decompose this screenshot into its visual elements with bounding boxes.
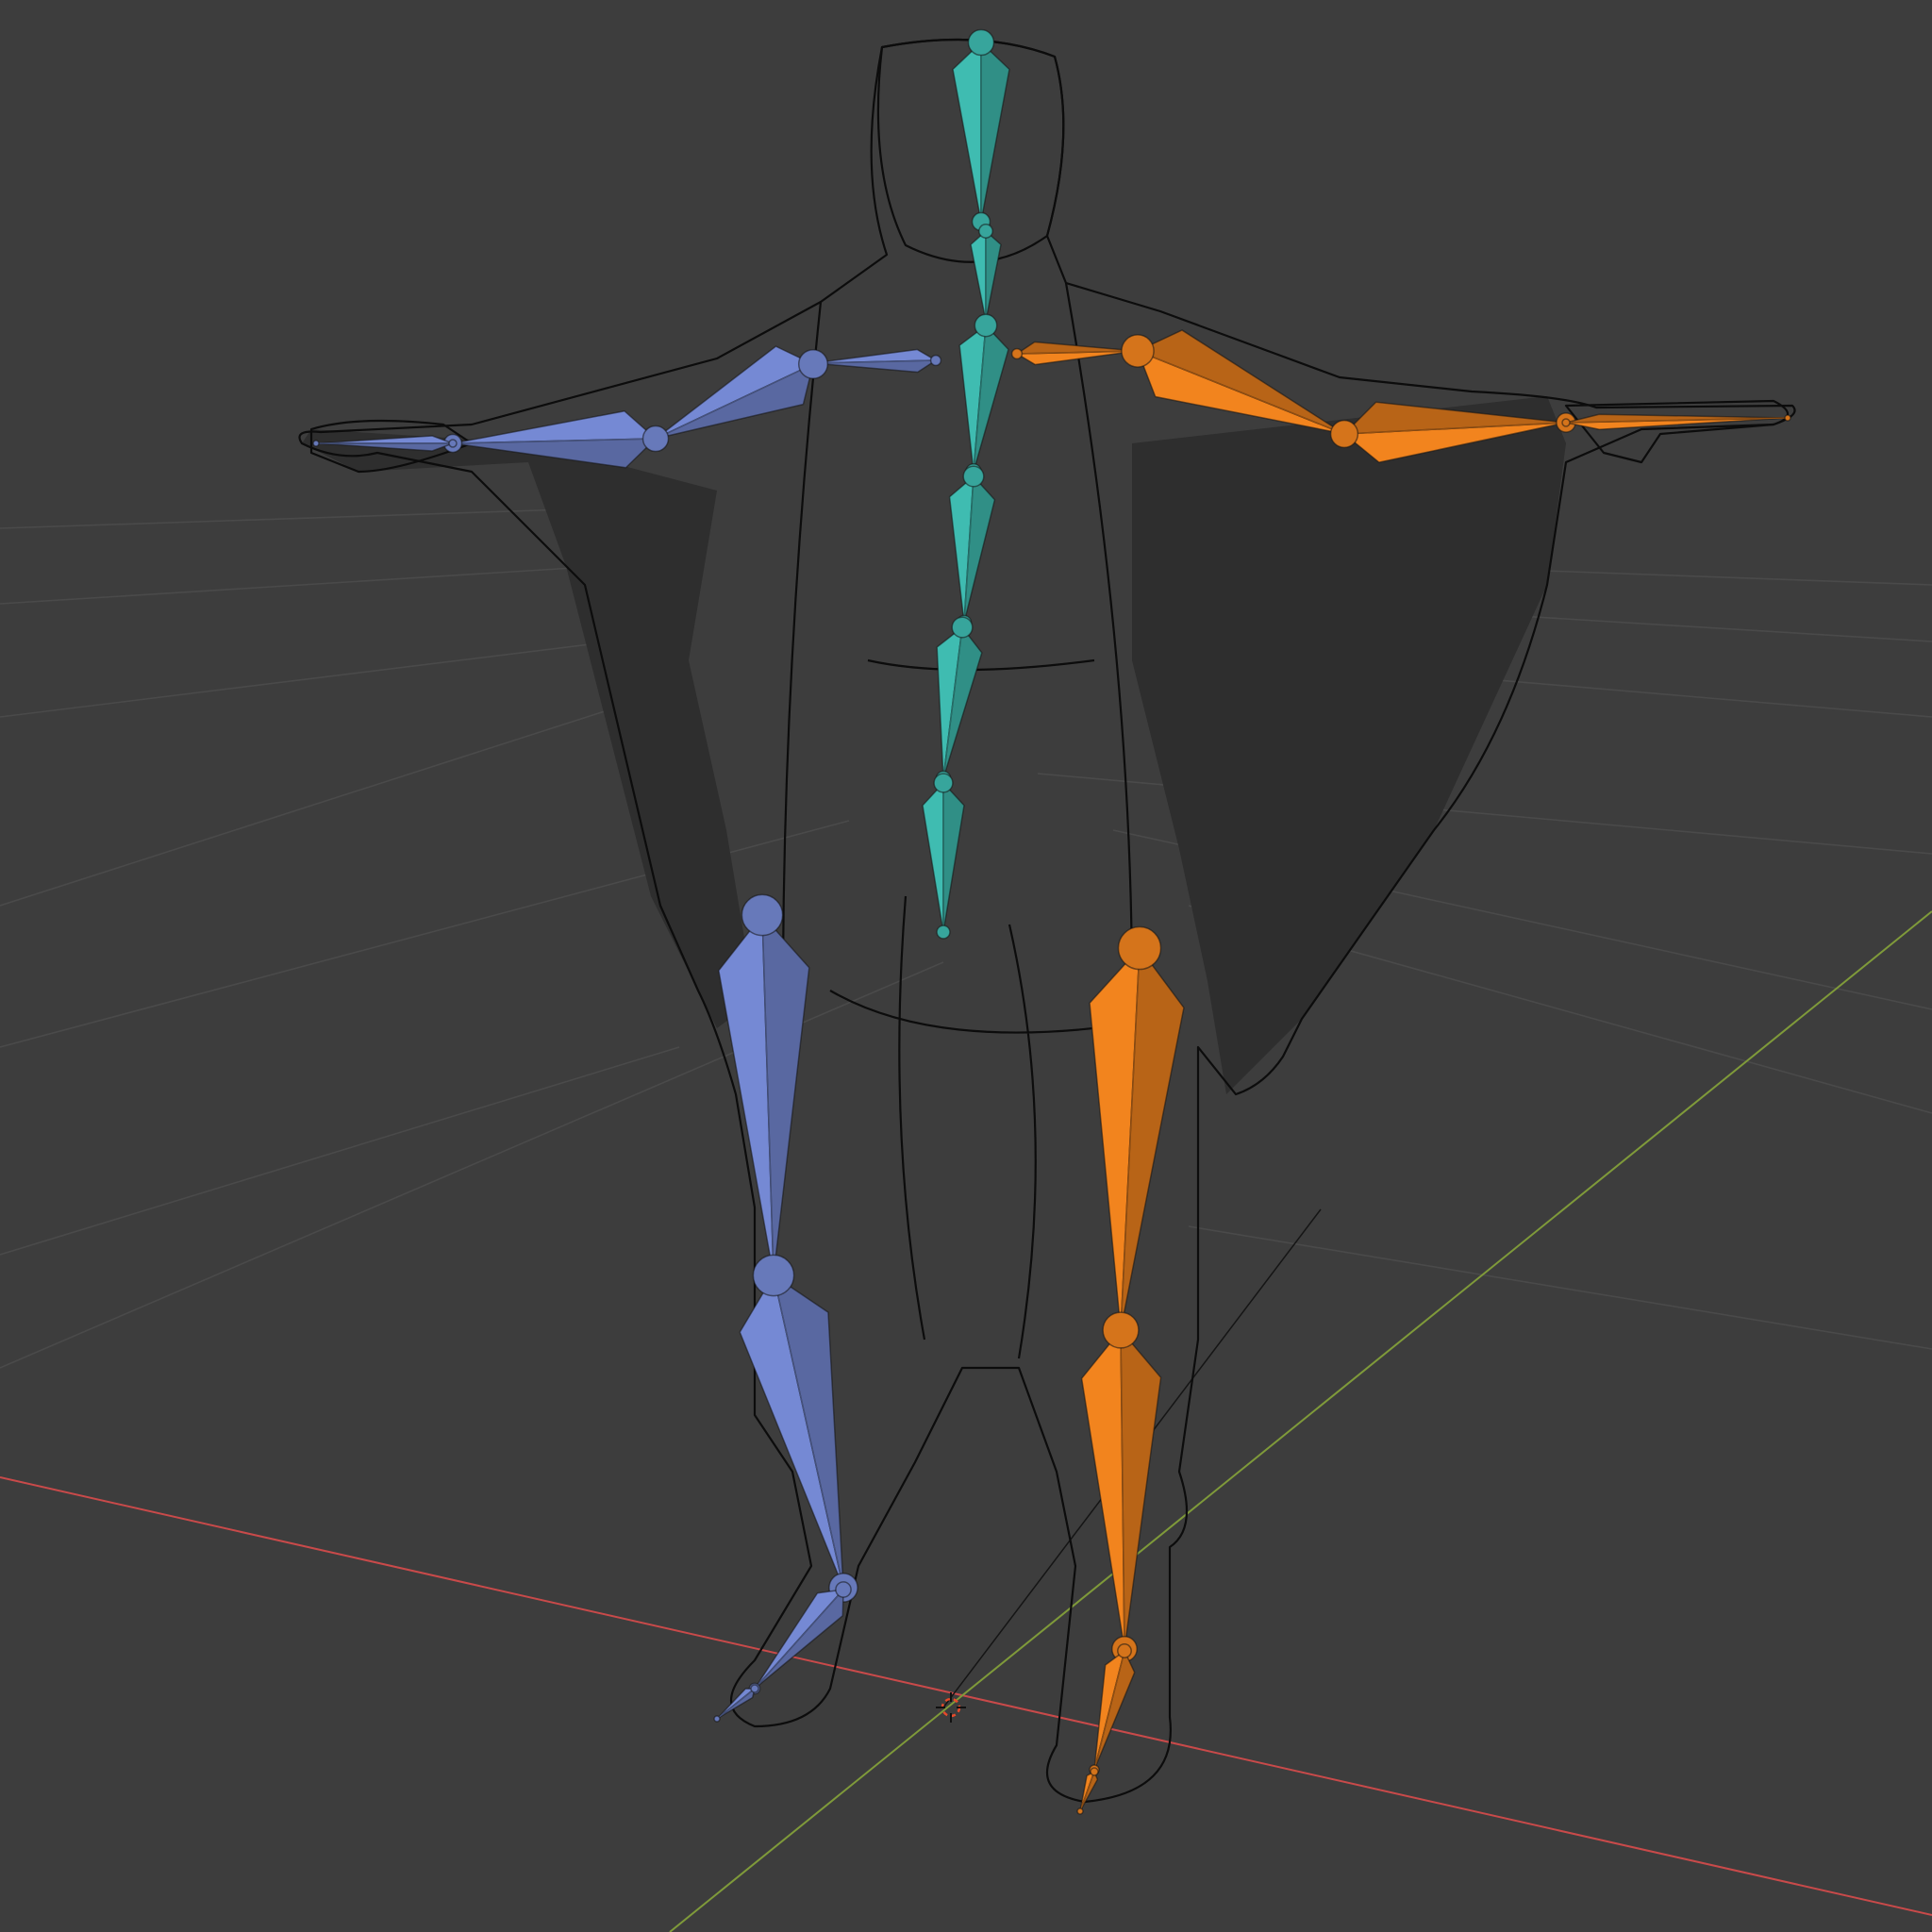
spine-chest-bone-head-joint[interactable] (974, 313, 998, 338)
left-upper-arm-bone-head-joint[interactable] (797, 348, 829, 380)
right-forearm-bone-head-joint[interactable] (1329, 419, 1359, 449)
right-thigh-bone[interactable] (1089, 925, 1185, 1346)
left-hand-bone-head-joint[interactable] (448, 439, 458, 448)
left-toe-bone-tail-joint[interactable] (713, 1715, 721, 1723)
right-hand-bone-head-joint[interactable] (1561, 418, 1571, 427)
right-hand-bone-tail-joint[interactable] (1784, 414, 1791, 422)
right-shin-bone[interactable] (1080, 1311, 1162, 1662)
left-thigh-bone[interactable] (718, 893, 810, 1291)
right-upper-arm-bone[interactable] (1121, 329, 1357, 446)
spine-hip-bone-head-joint[interactable] (933, 773, 954, 793)
viewport-scene[interactable] (0, 0, 1932, 1932)
mesh-body (298, 38, 1796, 1804)
right-thigh-bone-head-joint[interactable] (1117, 925, 1162, 971)
left-shin-bone-head-joint[interactable] (752, 1254, 795, 1297)
mesh-left-sleeve (302, 429, 755, 1028)
left-foot-bone-head-joint[interactable] (835, 1581, 852, 1598)
spine-head-bone-head-joint[interactable] (967, 28, 995, 57)
grid-line (0, 641, 614, 718)
left-hand-bone-tail-joint[interactable] (312, 440, 320, 447)
spine-hip-bone[interactable] (922, 773, 965, 940)
spine-hip-bone-tail-joint[interactable] (936, 924, 951, 940)
character-mesh[interactable] (298, 38, 1796, 1804)
mesh-right-hand (1564, 399, 1790, 464)
armature[interactable] (312, 28, 1791, 1815)
right-upper-arm-bone-head-joint[interactable] (1121, 334, 1155, 368)
spine-neck-bone-head-joint[interactable] (978, 224, 993, 239)
y-axis-line (669, 910, 1932, 1932)
left-foot-bone[interactable] (748, 1581, 852, 1695)
spine-lower-bone-head-joint[interactable] (951, 616, 974, 639)
right-toe-bone-tail-joint[interactable] (1076, 1807, 1084, 1815)
left-shin-bone[interactable] (739, 1254, 858, 1603)
right-toe-bone[interactable] (1076, 1767, 1099, 1815)
right-shoulder-bone-head-joint[interactable] (1010, 347, 1024, 360)
mesh-right-sleeve (1132, 396, 1566, 1094)
3d-viewport[interactable] (0, 0, 1932, 1932)
spine-chest-bone[interactable] (958, 313, 1009, 480)
spine-neck-bone[interactable] (970, 224, 1002, 326)
left-forearm-bone-head-joint[interactable] (641, 425, 670, 453)
right-foot-bone[interactable] (1089, 1643, 1136, 1775)
spine-upper-bone-head-joint[interactable] (962, 465, 985, 488)
grid-line (0, 565, 605, 605)
right-shin-bone-head-joint[interactable] (1102, 1311, 1140, 1349)
left-upper-arm-bone[interactable] (644, 345, 829, 450)
grid-line (0, 692, 661, 907)
left-toe-bone-head-joint[interactable] (750, 1684, 759, 1693)
right-foot-bone-head-joint[interactable] (1117, 1643, 1132, 1658)
left-shoulder-bone-head-joint[interactable] (929, 354, 942, 367)
left-toe-bone[interactable] (713, 1684, 759, 1723)
x-axis-line (0, 1476, 1932, 1916)
grid-line (1188, 1225, 1932, 1350)
grid-line (0, 508, 567, 529)
left-shoulder-bone[interactable] (808, 348, 942, 374)
spine-upper-bone[interactable] (948, 465, 996, 631)
right-toe-bone-head-joint[interactable] (1090, 1767, 1099, 1776)
spine-lower-bone[interactable] (935, 616, 983, 787)
left-thigh-bone-head-joint[interactable] (741, 893, 784, 937)
spine-head-bone[interactable] (952, 28, 1010, 232)
grid-line (0, 1046, 680, 1256)
